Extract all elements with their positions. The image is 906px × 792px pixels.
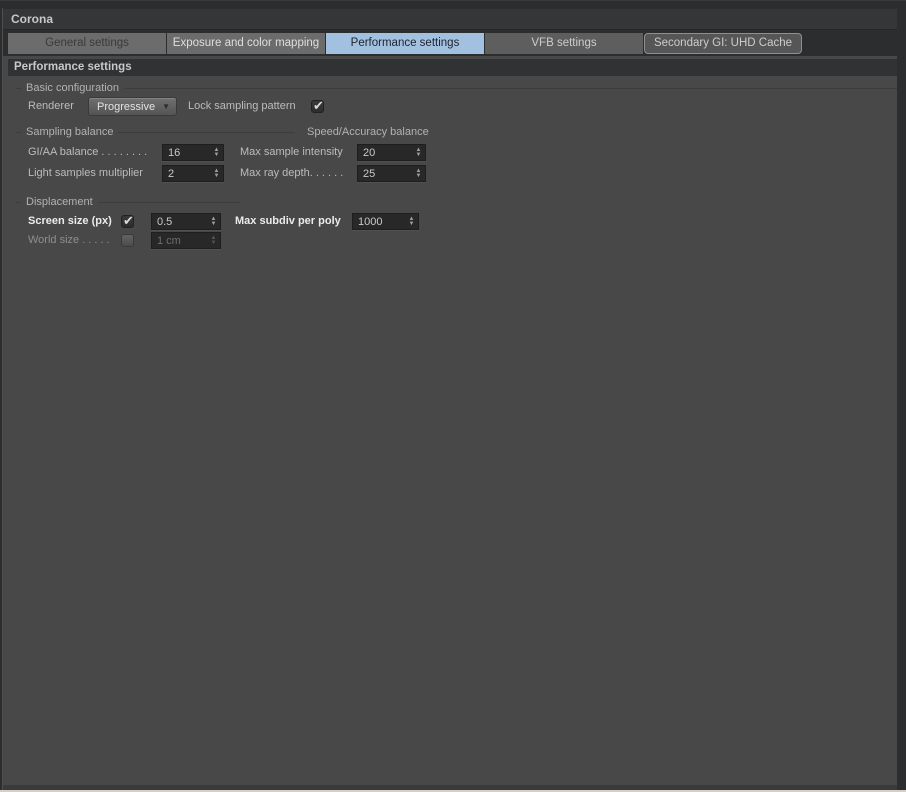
group-sampling-balance: Sampling balance — [16, 125, 295, 139]
max-ray-depth-value: 25 — [363, 167, 376, 180]
gi-aa-balance-field[interactable]: 16 ▲ ▼ — [162, 144, 224, 161]
spinner-down-icon[interactable]: ▼ — [214, 173, 220, 179]
light-samples-multiplier-field[interactable]: 2 ▲ ▼ — [162, 165, 224, 182]
window-top-edge — [0, 0, 906, 1]
world-size-value: 1 cm — [157, 234, 181, 247]
gi-aa-balance-label: GI/AA balance . . . . . . . . — [28, 146, 148, 158]
group-line — [97, 201, 240, 203]
max-ray-depth-spinner[interactable]: ▲ ▼ — [412, 168, 425, 179]
corona-settings-window: Corona General settings Exposure and col… — [0, 0, 906, 792]
tab-general-settings[interactable]: General settings — [8, 33, 166, 54]
spinner-down-icon[interactable]: ▼ — [211, 221, 217, 227]
group-speed-accuracy-balance: Speed/Accuracy balance — [302, 125, 429, 139]
tab-exposure-color-mapping[interactable]: Exposure and color mapping — [167, 33, 325, 54]
screen-size-field[interactable]: 0.5 ▲ ▼ — [151, 213, 221, 230]
renderer-dropdown[interactable]: Progressive ▼ — [88, 97, 177, 116]
gi-aa-balance-spinner[interactable]: ▲ ▼ — [210, 147, 223, 158]
lock-sampling-pattern-checkbox[interactable]: ✔ — [311, 98, 324, 113]
dropdown-arrow-icon: ▼ — [162, 102, 170, 111]
window-title: Corona — [11, 12, 53, 26]
lock-sampling-pattern-label: Lock sampling pattern — [188, 100, 296, 112]
renderer-dropdown-value: Progressive — [97, 100, 156, 113]
max-subdiv-per-poly-spinner[interactable]: ▲ ▼ — [405, 216, 418, 227]
check-icon: ✔ — [123, 213, 134, 228]
group-title-displacement: Displacement — [26, 196, 93, 208]
group-title-basic-configuration: Basic configuration — [26, 82, 119, 94]
tab-performance-settings[interactable]: Performance settings — [326, 33, 484, 54]
group-title-sampling-balance: Sampling balance — [26, 126, 114, 138]
max-sample-intensity-spinner[interactable]: ▲ ▼ — [412, 147, 425, 158]
max-subdiv-per-poly-label: Max subdiv per poly — [235, 215, 341, 227]
world-size-label: World size . . . . . — [28, 234, 110, 246]
spinner-down-icon: ▼ — [210, 239, 217, 246]
world-size-checkbox[interactable] — [121, 234, 134, 247]
section-header: Performance settings — [8, 58, 897, 76]
spinner-down-icon[interactable]: ▼ — [416, 173, 422, 179]
spinner-down-icon[interactable]: ▼ — [409, 221, 415, 227]
max-ray-depth-field[interactable]: 25 ▲ ▼ — [357, 165, 426, 182]
screen-size-label: Screen size (px) — [28, 215, 112, 227]
renderer-label: Renderer — [28, 100, 74, 112]
world-size-spinner: ▲ ▼ — [207, 235, 220, 246]
world-size-field: 1 cm ▲ ▼ — [151, 232, 221, 249]
group-title-speed-accuracy: Speed/Accuracy balance — [307, 126, 429, 138]
window-title-bar: Corona — [3, 9, 897, 30]
section-header-title: Performance settings — [14, 61, 132, 73]
tab-vfb-settings[interactable]: VFB settings — [485, 33, 643, 54]
group-line — [123, 87, 897, 89]
light-samples-multiplier-value: 2 — [168, 167, 175, 180]
max-subdiv-per-poly-value: 1000 — [358, 215, 383, 228]
screen-size-value: 0.5 — [157, 215, 173, 228]
gi-aa-balance-value: 16 — [168, 146, 181, 159]
spinner-down-icon[interactable]: ▼ — [214, 152, 220, 158]
tab-secondary-gi-uhd-cache[interactable]: Secondary GI: UHD Cache — [644, 33, 802, 54]
light-samples-multiplier-label: Light samples multiplier — [28, 167, 143, 179]
group-line — [118, 131, 295, 133]
max-sample-intensity-value: 20 — [363, 146, 376, 159]
max-sample-intensity-field[interactable]: 20 ▲ ▼ — [357, 144, 426, 161]
group-basic-configuration: Basic configuration — [16, 81, 897, 95]
max-sample-intensity-label: Max sample intensity — [240, 146, 343, 158]
max-subdiv-per-poly-field[interactable]: 1000 ▲ ▼ — [352, 213, 419, 230]
spinner-down-icon[interactable]: ▼ — [416, 152, 422, 158]
check-icon: ✔ — [313, 98, 324, 113]
group-displacement: Displacement — [16, 195, 240, 209]
screen-size-spinner[interactable]: ▲ ▼ — [207, 216, 220, 227]
screen-size-checkbox[interactable]: ✔ — [121, 213, 134, 228]
max-ray-depth-label: Max ray depth. . . . . . — [240, 167, 344, 179]
light-samples-multiplier-spinner[interactable]: ▲ ▼ — [210, 168, 223, 179]
